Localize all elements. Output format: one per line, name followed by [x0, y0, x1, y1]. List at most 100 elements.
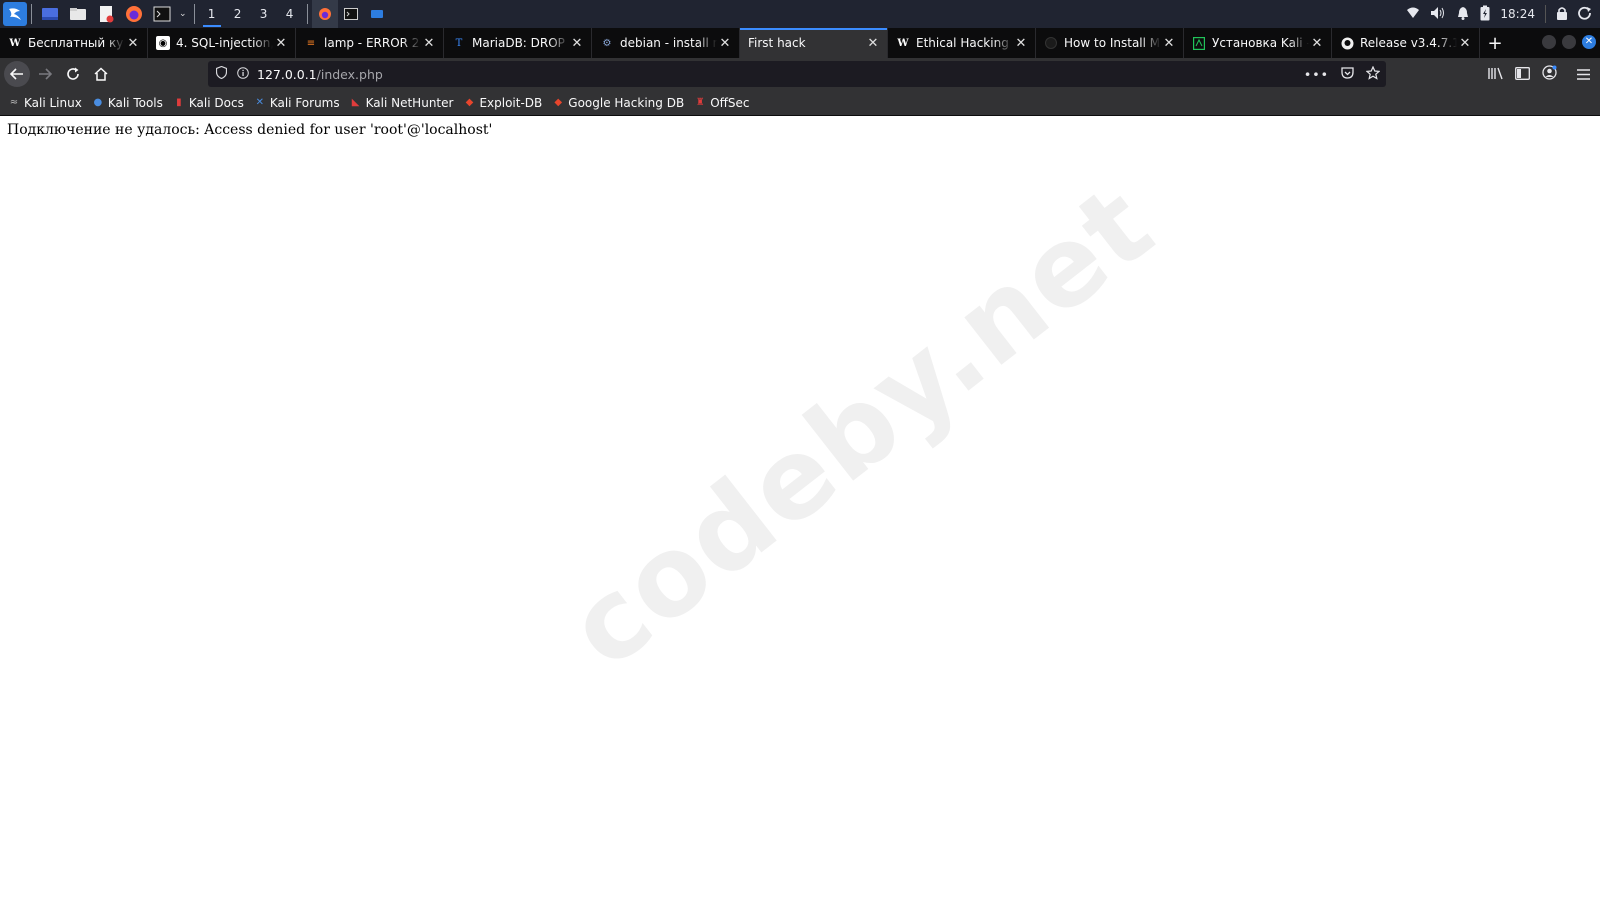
- notification-bell-icon[interactable]: [1456, 6, 1470, 23]
- close-icon[interactable]: ✕: [125, 35, 141, 51]
- close-icon[interactable]: ✕: [569, 35, 585, 51]
- pocket-icon[interactable]: [1341, 66, 1354, 82]
- workspace-3[interactable]: 3: [251, 0, 277, 28]
- logout-icon[interactable]: [1578, 6, 1592, 23]
- text-editor-icon[interactable]: [95, 3, 117, 25]
- tab-title: Ethical Hacking an: [916, 36, 1013, 50]
- hamburger-menu-icon[interactable]: [1577, 65, 1590, 84]
- reload-button[interactable]: [60, 61, 86, 87]
- close-icon[interactable]: ✕: [273, 35, 289, 51]
- bookmark-star-icon[interactable]: [1365, 65, 1381, 83]
- wiki-icon: W: [9, 37, 21, 49]
- tab-title: debian - install m: [620, 36, 717, 50]
- bookmark-kali-tools[interactable]: ● Kali Tools: [92, 95, 163, 110]
- back-button[interactable]: [4, 61, 30, 87]
- bookmark-label: OffSec: [710, 95, 750, 110]
- close-icon[interactable]: ✕: [1161, 35, 1177, 51]
- kali-forums-icon: ✕: [255, 97, 265, 108]
- tab-5[interactable]: First hack ✕: [740, 28, 888, 58]
- tab-6[interactable]: W Ethical Hacking an ✕: [888, 28, 1036, 58]
- kali-menu-icon[interactable]: [3, 2, 27, 26]
- page-actions-icon[interactable]: •••: [1304, 67, 1329, 82]
- home-button[interactable]: [88, 61, 114, 87]
- ghdb-icon: ◆: [554, 97, 563, 108]
- site-info-icon[interactable]: [237, 66, 249, 82]
- sidebar-icon[interactable]: [1515, 65, 1530, 84]
- close-icon[interactable]: ✕: [421, 35, 437, 51]
- volume-icon[interactable]: [1430, 6, 1446, 23]
- taskbar-app[interactable]: [364, 0, 390, 28]
- tab-3[interactable]: T MariaDB: DROP T ✕: [444, 28, 592, 58]
- bookmark-kali-forums[interactable]: ✕ Kali Forums: [254, 96, 340, 110]
- bookmark-kali-docs[interactable]: ▮ Kali Docs: [173, 96, 244, 110]
- tab-title: How to Install Ma: [1064, 36, 1161, 50]
- bookmark-label: Kali Docs: [188, 95, 244, 110]
- tracking-protection-icon[interactable]: [215, 65, 228, 82]
- bookmark-label: Kali Tools: [107, 95, 163, 110]
- bookmark-google-hacking-db[interactable]: ◆ Google Hacking DB: [552, 96, 684, 110]
- stackoverflow-icon: ≡: [306, 37, 316, 49]
- bookmark-label: Google Hacking DB: [568, 95, 685, 110]
- browser-tab-bar: W Бесплатный курс ✕ ◉ 4. SQL-injection, …: [0, 28, 1600, 58]
- tab-1[interactable]: ◉ 4. SQL-injection, ✕: [148, 28, 296, 58]
- taskbar-firefox[interactable]: [311, 0, 338, 28]
- close-window-icon[interactable]: ✕: [1582, 35, 1596, 49]
- close-icon[interactable]: ✕: [1013, 35, 1029, 51]
- minimize-window-icon[interactable]: [1542, 35, 1556, 49]
- panel-separator: [306, 4, 308, 24]
- url-bar-actions: •••: [1304, 61, 1381, 87]
- bookmark-offsec[interactable]: ♜ OffSec: [694, 95, 750, 110]
- codeby-icon: ◉: [156, 36, 170, 50]
- close-icon[interactable]: ✕: [1309, 35, 1325, 51]
- chevron-down-icon[interactable]: ⌄: [179, 9, 187, 19]
- clock[interactable]: 18:24: [1500, 7, 1535, 21]
- page-content: codeby.net Подключение не удалось: Acces…: [0, 117, 1600, 900]
- tab-0[interactable]: W Бесплатный курс ✕: [0, 28, 148, 58]
- battery-charging-icon[interactable]: [1480, 5, 1490, 24]
- bookmarks-toolbar: ≈ Kali Linux ● Kali Tools ▮ Kali Docs ✕ …: [0, 90, 1600, 116]
- file-manager-icon[interactable]: [67, 3, 89, 25]
- url-path: /index.php: [316, 66, 383, 82]
- offsec-icon: ♜: [695, 97, 705, 108]
- kali-docs-icon: ▮: [176, 97, 182, 108]
- tab-title: lamp - ERROR 20: [324, 36, 421, 50]
- close-icon[interactable]: ✕: [1457, 35, 1473, 51]
- tab-9[interactable]: Release v3.4.7.1 · ✕: [1332, 28, 1480, 58]
- url-host: 127.0.0.1: [257, 66, 317, 82]
- url-bar[interactable]: 127.0.0.1/index.php •••: [208, 61, 1386, 87]
- workspace-4[interactable]: 4: [277, 0, 303, 28]
- terminal-icon[interactable]: [151, 3, 173, 25]
- tab-title: Release v3.4.7.1 ·: [1360, 36, 1457, 50]
- bookmark-label: Kali NetHunter: [365, 95, 454, 110]
- tab-title: Установка Kali -: [1212, 36, 1309, 50]
- maximize-window-icon[interactable]: [1562, 35, 1576, 49]
- tab-2[interactable]: ≡ lamp - ERROR 20 ✕: [296, 28, 444, 58]
- panel-separator: [1545, 5, 1546, 23]
- forward-button[interactable]: [32, 61, 58, 87]
- account-icon[interactable]: [1542, 64, 1557, 84]
- wiki-icon: W: [897, 37, 909, 49]
- tab-8[interactable]: Установка Kali - ✕: [1184, 28, 1332, 58]
- close-icon[interactable]: ✕: [865, 35, 881, 51]
- tab-7[interactable]: How to Install Ma ✕: [1036, 28, 1184, 58]
- wifi-icon[interactable]: [1406, 7, 1420, 22]
- tab-4[interactable]: ⚙ debian - install m ✕: [592, 28, 740, 58]
- connection-error-message: Подключение не удалось: Access denied fo…: [7, 122, 493, 138]
- workspace-1[interactable]: 1: [199, 0, 225, 28]
- bookmark-label: Exploit-DB: [479, 95, 543, 110]
- show-desktop-icon[interactable]: [39, 3, 61, 25]
- bookmark-kali-nethunter[interactable]: ◣ Kali NetHunter: [350, 96, 454, 110]
- nethunter-icon: ◣: [351, 97, 360, 108]
- new-tab-button[interactable]: +: [1480, 28, 1510, 58]
- library-icon[interactable]: [1488, 65, 1503, 84]
- lock-icon[interactable]: [1556, 6, 1568, 23]
- system-tray: 18:24: [1406, 0, 1600, 28]
- bookmark-exploit-db[interactable]: ◆ Exploit-DB: [463, 95, 543, 110]
- bookmark-kali-linux[interactable]: ≈ Kali Linux: [8, 96, 82, 110]
- firefox-icon[interactable]: [123, 3, 145, 25]
- close-icon[interactable]: ✕: [717, 35, 733, 51]
- workspace-2[interactable]: 2: [225, 0, 251, 28]
- bookmark-label: Kali Linux: [24, 95, 82, 110]
- exploitdb-icon: ◆: [465, 97, 474, 108]
- taskbar-terminal[interactable]: [338, 0, 364, 28]
